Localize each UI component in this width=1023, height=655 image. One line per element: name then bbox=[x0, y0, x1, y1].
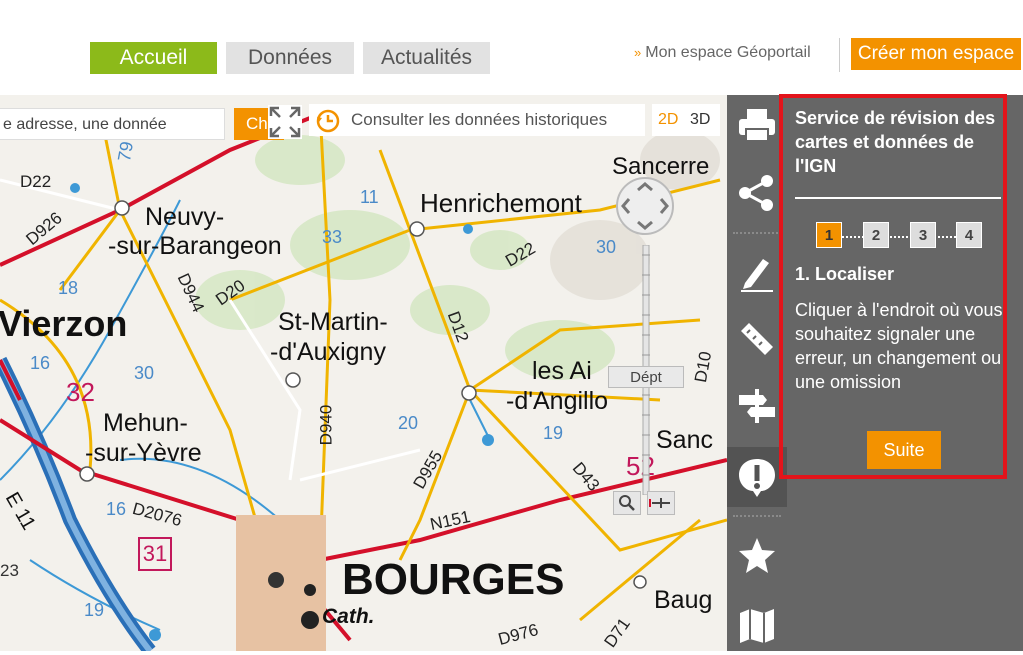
distance-label: 33 bbox=[322, 227, 343, 247]
share-icon bbox=[739, 175, 773, 211]
top-navigation: Accueil Données Actualités » Mon espace G… bbox=[0, 0, 1023, 95]
distance-label: 23 bbox=[0, 561, 19, 580]
panel-divider bbox=[795, 197, 1001, 199]
distance-label: 20 bbox=[398, 413, 419, 433]
share-tool[interactable] bbox=[727, 163, 787, 223]
toolbar-divider bbox=[733, 515, 781, 517]
distance-label: 16 bbox=[30, 353, 51, 373]
star-icon bbox=[739, 538, 775, 573]
pan-control[interactable] bbox=[614, 175, 676, 237]
step-instructions: Cliquer à l'endroit où vous souhaitez si… bbox=[795, 300, 1003, 392]
search-input[interactable]: e adresse, une donnée bbox=[0, 108, 225, 140]
map-label-mehun: Mehun- bbox=[103, 409, 188, 437]
map-label-les-aix-sub: -d'Angillo bbox=[506, 387, 609, 415]
layers-tool[interactable] bbox=[727, 595, 787, 655]
distance-label: 16 bbox=[106, 499, 127, 519]
map-label-baugy: Baug bbox=[654, 586, 713, 614]
historical-data-button[interactable]: Consulter les données historiques bbox=[309, 104, 645, 136]
favorites-tool[interactable] bbox=[727, 525, 787, 585]
map-label-vierzon: Vierzon bbox=[0, 303, 128, 344]
distance-label: 32 bbox=[66, 377, 95, 407]
alert-icon bbox=[739, 459, 775, 497]
map-label-les-aix: les Ai bbox=[532, 357, 592, 385]
distance-label: 19 bbox=[543, 423, 564, 443]
print-tool[interactable] bbox=[727, 95, 787, 155]
nav-divider bbox=[839, 38, 840, 72]
zoom-tools bbox=[613, 491, 677, 517]
directions-tool[interactable] bbox=[727, 375, 787, 435]
mon-espace-geoportail-link[interactable]: » Mon espace Géoportail bbox=[634, 44, 811, 62]
fullscreen-button[interactable] bbox=[268, 105, 302, 139]
tab-actualites[interactable]: Actualités bbox=[363, 42, 490, 74]
map-label-bourges: BOURGES bbox=[342, 555, 565, 604]
ruler-icon bbox=[741, 323, 773, 355]
map-label-henrichemont: Henrichemont bbox=[420, 188, 582, 218]
measure-tool[interactable] bbox=[727, 309, 787, 369]
map-label-st-martin: St-Martin- bbox=[278, 308, 388, 336]
next-button[interactable]: Suite bbox=[867, 431, 941, 469]
signpost-icon bbox=[739, 389, 775, 423]
map-label-st-martin-sub: -d'Auxigny bbox=[270, 338, 386, 366]
panel-title: Service de révision des cartes et donnée… bbox=[795, 108, 996, 176]
view-mode-switch: 2D 3D bbox=[652, 104, 720, 136]
map-label-cathedrale: Cath. bbox=[322, 605, 375, 628]
steps-connector bbox=[826, 236, 972, 238]
printer-icon bbox=[739, 109, 775, 142]
toolbar-divider bbox=[733, 232, 781, 234]
step-3[interactable]: 3 bbox=[910, 222, 936, 248]
road-label-d940: D940 bbox=[316, 404, 336, 446]
zoom-level-label: Dépt bbox=[608, 366, 684, 388]
tab-donnees[interactable]: Données bbox=[226, 42, 354, 74]
mode-3d-button[interactable]: 3D bbox=[690, 104, 710, 136]
distance-label: 11 bbox=[360, 187, 379, 207]
geoportail-link-label: Mon espace Géoportail bbox=[645, 44, 811, 61]
step-1[interactable]: 1 bbox=[816, 222, 842, 248]
map-view[interactable]: Sancerre Henrichemont Neuvy- -sur-Barang… bbox=[0, 95, 727, 651]
distance-label: 79 bbox=[113, 139, 138, 164]
annotate-tool[interactable] bbox=[727, 243, 787, 303]
distance-label: 18 bbox=[58, 278, 79, 298]
magnifier-icon bbox=[619, 495, 635, 511]
tab-accueil[interactable]: Accueil bbox=[90, 42, 217, 74]
create-account-button[interactable]: Créer mon espace bbox=[851, 38, 1021, 70]
zoom-out-button[interactable] bbox=[647, 491, 675, 515]
historical-data-label: Consulter les données historiques bbox=[351, 110, 608, 129]
distance-label: 19 bbox=[84, 600, 105, 620]
step-title: 1. Localiser bbox=[795, 264, 895, 284]
pencil-icon bbox=[741, 259, 773, 292]
road-label-d22-west: D22 bbox=[20, 172, 52, 191]
tool-bar bbox=[727, 95, 787, 651]
map-label-sancergues: Sanc bbox=[656, 426, 713, 454]
zoom-box-button[interactable] bbox=[613, 491, 641, 515]
step-4[interactable]: 4 bbox=[956, 222, 982, 248]
map-icon bbox=[740, 609, 774, 643]
clock-icon bbox=[316, 109, 340, 133]
pan-arrows-icon bbox=[616, 177, 674, 235]
report-tool[interactable] bbox=[727, 447, 787, 507]
distance-label: 30 bbox=[134, 363, 155, 383]
mode-2d-button[interactable]: 2D bbox=[658, 104, 678, 136]
step-2[interactable]: 2 bbox=[863, 222, 889, 248]
map-label-neuvy: Neuvy- bbox=[145, 203, 225, 231]
distance-label: 30 bbox=[596, 237, 617, 257]
chevron-right-icon: » bbox=[634, 45, 642, 60]
map-label-neuvy-sub: -sur-Barangeon bbox=[108, 232, 282, 260]
crosshair-icon bbox=[649, 498, 670, 508]
map-label-mehun-sub: -sur-Yèvre bbox=[85, 439, 202, 467]
route-shield-31: 31 bbox=[138, 537, 172, 571]
fullscreen-icon bbox=[269, 106, 301, 138]
